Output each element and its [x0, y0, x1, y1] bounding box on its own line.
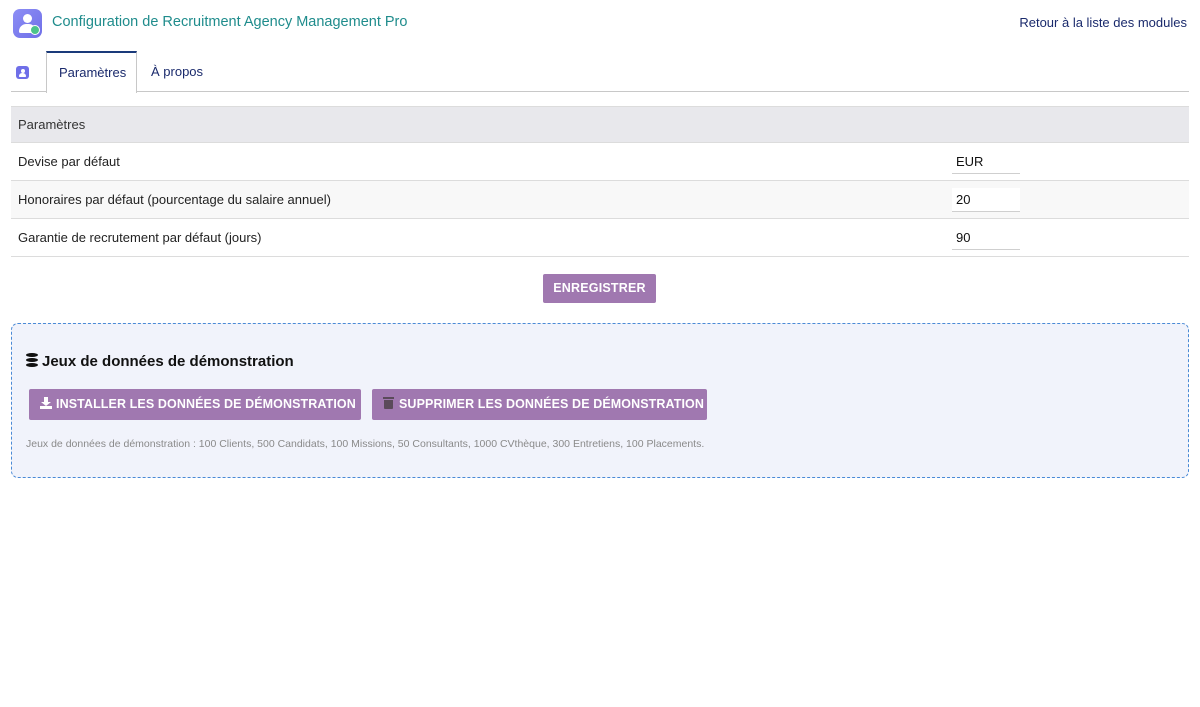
- settings-section-title: Paramètres: [11, 106, 1189, 143]
- tab-a-propos[interactable]: À propos: [139, 51, 215, 92]
- install-demo-button[interactable]: INSTALLER LES DONNÉES DE DÉMONSTRATION: [29, 389, 361, 420]
- settings-table: Paramètres Devise par défaut EUR Honorai…: [11, 106, 1189, 257]
- module-user-icon: [16, 66, 29, 79]
- install-demo-label: INSTALLER LES DONNÉES DE DÉMONSTRATION: [56, 397, 356, 411]
- demo-note: Jeux de données de démonstration : 100 C…: [26, 438, 705, 450]
- page-title: Configuration de Recruitment Agency Mana…: [52, 14, 408, 30]
- app-user-check-icon: [13, 9, 42, 38]
- setting-row-fees: Honoraires par défaut (pourcentage du sa…: [11, 180, 1189, 219]
- page-header: Configuration de Recruitment Agency Mana…: [0, 0, 1200, 46]
- setting-label: Garantie de recrutement par défaut (jour…: [18, 230, 262, 245]
- setting-row-guarantee: Garantie de recrutement par défaut (jour…: [11, 219, 1189, 257]
- demo-title-wrap: Jeux de données de démonstration: [26, 353, 294, 370]
- back-to-modules-link[interactable]: Retour à la liste des modules: [1019, 15, 1187, 30]
- delete-demo-label: SUPPRIMER LES DONNÉES DE DÉMONSTRATION: [399, 397, 704, 411]
- setting-row-currency: Devise par défaut EUR: [11, 143, 1189, 181]
- guarantee-days-field[interactable]: 90: [952, 225, 1020, 250]
- fees-percentage-field[interactable]: 20: [952, 187, 1020, 212]
- demo-data-panel: Jeux de données de démonstration INSTALL…: [11, 323, 1189, 478]
- tab-parametres[interactable]: Paramètres: [46, 51, 137, 93]
- setting-label: Honoraires par défaut (pourcentage du sa…: [18, 192, 331, 207]
- setting-label: Devise par défaut: [18, 154, 120, 169]
- tab-bar: Paramètres À propos: [11, 51, 1189, 93]
- demo-title: Jeux de données de démonstration: [42, 353, 294, 370]
- trash-icon: [383, 397, 395, 409]
- delete-demo-button[interactable]: SUPPRIMER LES DONNÉES DE DÉMONSTRATION: [372, 389, 707, 420]
- settings-header-row: Paramètres: [11, 106, 1189, 143]
- download-icon: [40, 397, 52, 409]
- database-icon: [26, 353, 38, 367]
- save-button[interactable]: ENREGISTRER: [543, 274, 656, 303]
- currency-field[interactable]: EUR: [952, 149, 1020, 174]
